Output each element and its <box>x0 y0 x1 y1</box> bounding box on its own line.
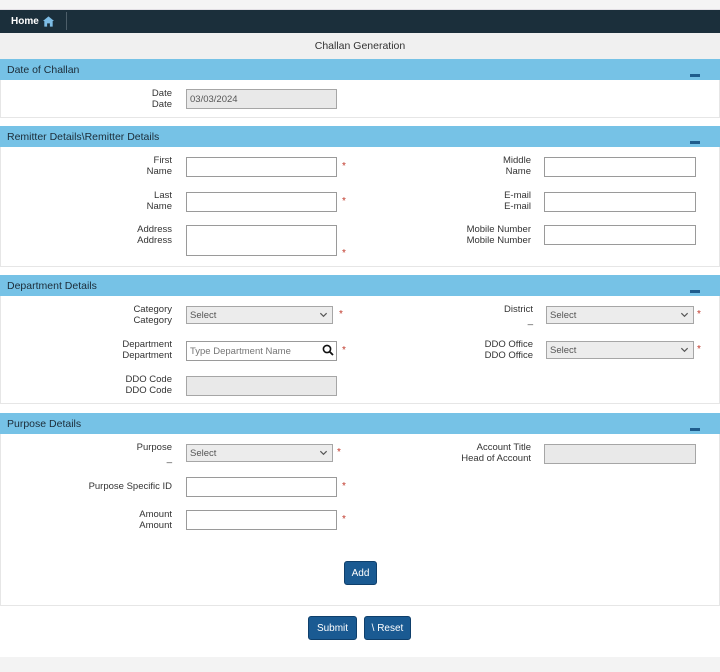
department-required-mark: * <box>342 345 346 356</box>
department-section-title: Department Details <box>7 279 97 292</box>
remitter-section-header[interactable]: Remitter Details\Remitter Details <box>0 126 720 147</box>
collapse-date-section[interactable] <box>690 74 700 77</box>
department-label: Department Department <box>122 339 172 361</box>
ddo-office-label: DDO Office DDO Office <box>484 339 533 361</box>
district-select[interactable]: Select <box>546 306 694 324</box>
purpose-id-required-mark: * <box>342 481 346 492</box>
purpose-section-title: Purpose Details <box>7 417 82 430</box>
collapse-purpose-section[interactable] <box>690 428 700 431</box>
ddo-office-select[interactable]: Select <box>546 341 694 359</box>
amount-label: Amount Amount <box>139 509 172 531</box>
district-label: District _ <box>503 304 533 326</box>
remitter-section-body: First Name * Middle Name Last Name * E-mail… <box>0 147 720 267</box>
purpose-required-mark: * <box>337 447 341 458</box>
home-icon <box>42 16 54 27</box>
reset-button[interactable]: \ Reset <box>364 616 411 640</box>
mobile-number-label: Mobile Number Mobile Number <box>466 224 531 246</box>
ddo-code-label: DDO Code DDO Code <box>125 374 172 396</box>
ddo-code-field[interactable] <box>186 376 337 396</box>
last-name-field[interactable] <box>186 192 337 212</box>
page-content: Challan Generation Date of Challan Date D… <box>0 33 720 657</box>
ddo-office-selected-value: Select <box>550 344 577 356</box>
email-field[interactable] <box>544 192 696 212</box>
submit-button[interactable]: Submit <box>308 616 357 640</box>
collapse-remitter-section[interactable] <box>690 141 700 144</box>
ddo-office-required-mark: * <box>697 344 701 355</box>
first-name-required-mark: * <box>342 161 346 172</box>
district-required-mark: * <box>697 309 701 320</box>
last-name-label: Last Name <box>146 190 172 212</box>
last-name-required-mark: * <box>342 196 346 207</box>
middle-name-field[interactable] <box>544 157 696 177</box>
department-search-input[interactable] <box>186 341 337 361</box>
district-selected-value: Select <box>550 309 577 321</box>
department-section-body: Category Category Select * District _ Sele… <box>0 296 720 404</box>
chevron-down-icon <box>680 347 689 353</box>
address-field[interactable] <box>186 225 337 256</box>
purpose-section-header[interactable]: Purpose Details <box>0 413 720 434</box>
category-required-mark: * <box>339 309 343 320</box>
category-label: Category Category <box>133 304 172 326</box>
account-title-label: Account Title Head of Account <box>461 442 531 464</box>
purpose-label: Purpose _ <box>136 442 172 464</box>
add-button[interactable]: Add <box>344 561 377 585</box>
top-strip <box>0 0 720 10</box>
home-label: Home <box>11 16 39 27</box>
mobile-number-field[interactable] <box>544 225 696 245</box>
date-section-title: Date of Challan <box>7 63 80 76</box>
middle-name-label: Middle Name <box>503 155 531 177</box>
department-section-header[interactable]: Department Details <box>0 275 720 296</box>
bottom-strip <box>0 657 720 672</box>
date-section-body: Date Date <box>0 80 720 118</box>
account-title-field[interactable] <box>544 444 696 464</box>
purpose-select[interactable]: Select <box>186 444 333 462</box>
category-select[interactable]: Select <box>186 306 333 324</box>
first-name-field[interactable] <box>186 157 337 177</box>
search-icon[interactable] <box>322 344 334 356</box>
purpose-specific-id-field[interactable] <box>186 477 337 497</box>
chevron-down-icon <box>680 312 689 318</box>
chevron-down-icon <box>319 312 328 318</box>
page-title: Challan Generation <box>0 33 720 59</box>
home-link[interactable]: Home <box>11 14 55 29</box>
amount-field[interactable] <box>186 510 337 530</box>
email-label: E-mail E-mail <box>504 190 531 212</box>
top-navbar: Home <box>0 10 720 33</box>
category-selected-value: Select <box>190 309 217 321</box>
address-label: Address Address <box>137 224 172 246</box>
chevron-down-icon <box>319 450 328 456</box>
amount-required-mark: * <box>342 514 346 525</box>
date-label: Date Date <box>151 88 172 110</box>
purpose-specific-id-label: Purpose Specific ID <box>88 481 172 492</box>
address-required-mark: * <box>342 248 346 259</box>
first-name-label: First Name <box>146 155 172 177</box>
collapse-department-section[interactable] <box>690 290 700 293</box>
challan-date-field[interactable] <box>186 89 337 109</box>
remitter-section-title: Remitter Details\Remitter Details <box>7 130 160 143</box>
date-section-header[interactable]: Date of Challan <box>0 59 720 80</box>
purpose-section-body: Purpose _ Select * Account Title Head of A… <box>0 434 720 606</box>
purpose-selected-value: Select <box>190 447 217 459</box>
nav-separator <box>66 12 67 30</box>
